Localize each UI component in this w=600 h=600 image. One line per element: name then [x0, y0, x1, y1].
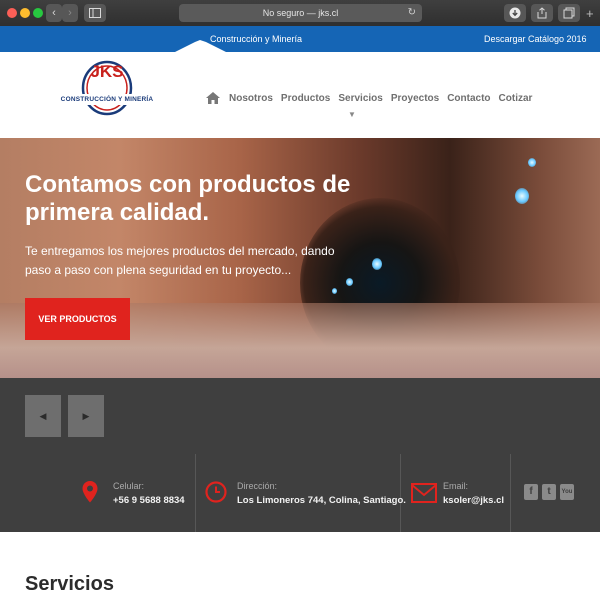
envelope-icon [411, 483, 437, 503]
downloads-button[interactable] [504, 4, 526, 22]
slider-next-button[interactable]: ▶ [68, 395, 104, 437]
download-catalog-link[interactable]: Descargar Catálogo 2016 [484, 34, 587, 44]
share-button[interactable] [531, 4, 553, 22]
tabs-icon [563, 7, 575, 19]
hero-subtitle: Te entregamos los mejores productos del … [25, 244, 335, 277]
browser-toolbar: ‹ › No seguro — jks.cl ↻ + [0, 0, 600, 26]
sidebar-icon [89, 8, 101, 18]
ver-productos-button[interactable]: VER PRODUCTOS [25, 298, 130, 340]
facebook-icon[interactable]: f [524, 484, 538, 500]
new-tab-button[interactable]: + [586, 6, 594, 21]
forward-button[interactable]: › [62, 4, 78, 22]
hero-title: Contamos con productos de primera calida… [25, 171, 351, 226]
download-icon [509, 7, 521, 19]
divider [510, 454, 511, 532]
nav-item-proyectos[interactable]: Proyectos [391, 93, 439, 104]
tabs-overview-button[interactable] [558, 4, 580, 22]
address-label: Dirección: [237, 481, 278, 491]
address-value: Los Limoneros 744, Colina, Santiago. [237, 495, 406, 506]
arrow-left-icon: ◀ [39, 410, 47, 421]
minimize-window-button[interactable] [20, 8, 30, 18]
sidebar-toggle-button[interactable] [84, 4, 106, 22]
nav-item-servicios[interactable]: Servicios [338, 93, 382, 104]
reload-icon[interactable]: ↻ [408, 4, 416, 22]
phone-value[interactable]: +56 9 5688 8834 [113, 495, 185, 506]
slider-prev-button[interactable]: ◀ [25, 395, 61, 437]
tunnel-light [528, 158, 536, 167]
nav-item-contacto[interactable]: Contacto [447, 93, 490, 104]
address-text: No seguro — jks.cl [262, 8, 339, 18]
zoom-window-button[interactable] [33, 8, 43, 18]
tunnel-light [372, 258, 382, 270]
divider [195, 454, 196, 532]
chevron-down-icon[interactable]: ▼ [348, 110, 356, 119]
home-icon[interactable] [205, 91, 221, 105]
tunnel-light [515, 188, 529, 204]
hero-banner: Contamos con productos de primera calida… [0, 138, 600, 378]
servicios-heading: Servicios [25, 573, 114, 595]
back-button[interactable]: ‹ [46, 4, 62, 22]
phone-label: Celular: [113, 481, 145, 491]
youtube-icon[interactable]: You [560, 484, 574, 500]
arrow-right-icon: ▶ [82, 410, 90, 421]
email-label: Email: [443, 481, 469, 491]
nav-item-productos[interactable]: Productos [281, 93, 330, 104]
twitter-icon[interactable]: t [542, 484, 556, 500]
address-bar[interactable]: No seguro — jks.cl ↻ [179, 4, 422, 22]
logo-letters: JKS [90, 62, 124, 81]
logo-tagline: CONSTRUCCIÓN Y MINERÍA [60, 96, 154, 103]
nav-item-cotizar[interactable]: Cotizar [499, 93, 533, 104]
share-icon [537, 7, 547, 19]
location-pin-icon [82, 481, 98, 503]
main-navigation: Nosotros Productos Servicios Proyectos C… [205, 90, 540, 106]
divider [400, 454, 401, 532]
topbar-link-construccion[interactable]: Construcción y Minería [210, 34, 302, 44]
clock-icon [205, 481, 227, 503]
nav-item-nosotros[interactable]: Nosotros [229, 93, 273, 104]
tunnel-light [332, 288, 337, 294]
close-window-button[interactable] [7, 8, 17, 18]
site-logo[interactable]: JKS CONSTRUCCIÓN Y MINERÍA [57, 52, 157, 126]
email-value[interactable]: ksoler@jks.cl [443, 495, 504, 506]
